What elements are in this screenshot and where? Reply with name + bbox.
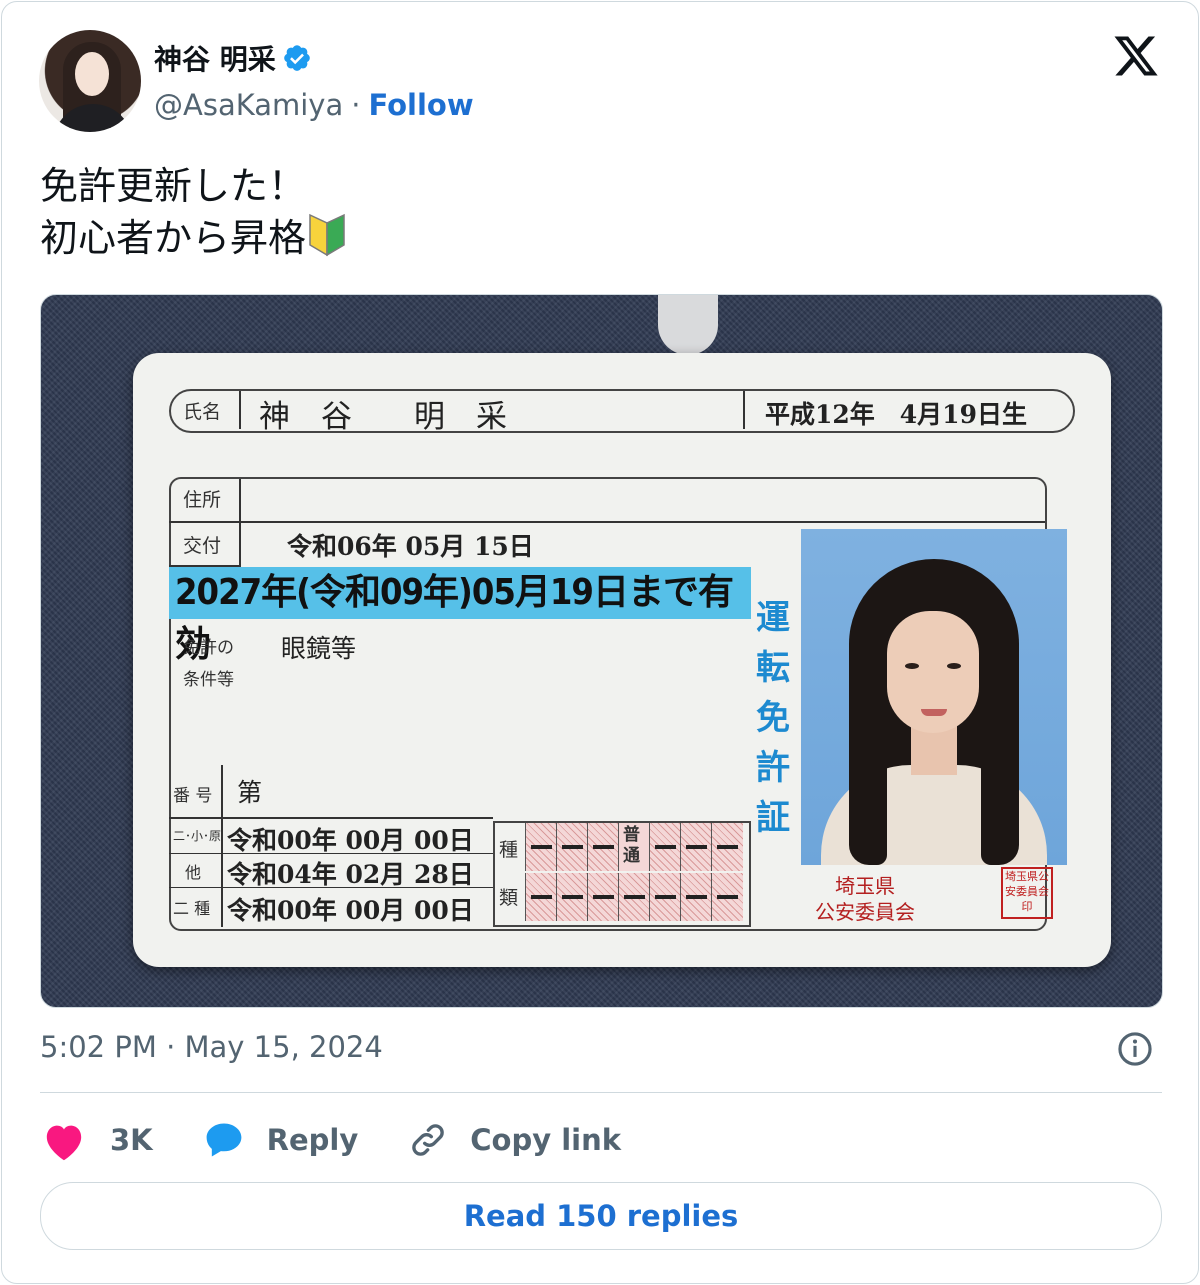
- row1-date: 令和00年 00月 00日: [227, 826, 474, 855]
- type-label-2: 類: [499, 887, 519, 909]
- row2-date: 令和04年 02月 28日: [227, 860, 474, 889]
- action-bar: 3K Reply Copy link: [40, 1116, 671, 1164]
- type-highlight: 普通: [623, 825, 640, 866]
- copy-link-button[interactable]: Copy link: [408, 1120, 621, 1160]
- license-type-grid: 種 類 普通: [493, 821, 751, 927]
- tweet-body: 免許更新した！ 初心者から昇格: [40, 164, 307, 260]
- follow-button[interactable]: Follow: [368, 88, 473, 122]
- type-label-1: 種: [499, 839, 519, 861]
- official-seal: 埼玉県公安委員会印: [1001, 867, 1053, 919]
- number-label: 番 号: [173, 786, 213, 806]
- beginner-mark-icon: [309, 213, 345, 257]
- license-title: 運転免許証: [756, 598, 790, 838]
- issue-label: 交付: [183, 535, 222, 557]
- handle[interactable]: @AsaKamiya: [154, 88, 343, 122]
- like-count: 3K: [110, 1123, 153, 1157]
- heart-icon: [46, 1125, 82, 1161]
- row1-label: 二･小･原: [173, 829, 222, 843]
- author-name-row: 神谷 明采: [154, 38, 312, 78]
- validity-band: 2027年(令和09年)05月19日まで有効: [169, 567, 751, 665]
- avatar[interactable]: [39, 30, 141, 132]
- tweet-timestamp[interactable]: 5:02 PM · May 15, 2024: [40, 1030, 383, 1064]
- address-label: 住所: [183, 489, 222, 511]
- verified-badge-icon: [283, 45, 310, 71]
- info-icon[interactable]: [1116, 1030, 1154, 1068]
- birth-date: 平成12年 4月19日生: [765, 400, 1027, 429]
- handle-row: @AsaKamiya · Follow: [154, 88, 474, 122]
- read-replies-button[interactable]: Read 150 replies: [40, 1182, 1162, 1250]
- lanyard-strap: [658, 295, 718, 355]
- row3-date: 令和00年 00月 00日: [227, 896, 474, 925]
- row2-label: 他: [185, 863, 202, 882]
- issue-date: 令和06年 05月 15日: [287, 532, 534, 561]
- license-portrait: [801, 529, 1067, 865]
- issuer-line-2: 公安委員会: [815, 900, 915, 924]
- license-name: 神 谷 明 采: [259, 399, 507, 435]
- license-photo[interactable]: 氏名 神 谷 明 采 平成12年 4月19日生 住所 交付 令和06年 05月 …: [40, 294, 1163, 1008]
- reply-bubble-icon: [206, 1123, 242, 1157]
- display-name[interactable]: 神谷 明采: [154, 38, 276, 78]
- conditions-label-2: 条件等: [183, 670, 234, 690]
- tweet-card: 神谷 明采 @AsaKamiya · Follow 免許更新した！ 初心者から昇…: [1, 1, 1199, 1284]
- x-logo-icon[interactable]: [1112, 32, 1160, 80]
- reply-label: Reply: [266, 1123, 359, 1157]
- name-label: 氏名: [183, 401, 222, 423]
- separator: ·: [351, 88, 361, 122]
- like-button[interactable]: 3K: [40, 1119, 153, 1161]
- link-icon: [412, 1124, 444, 1156]
- read-replies-label: Read 150 replies: [463, 1199, 739, 1233]
- reply-button[interactable]: Reply: [203, 1120, 359, 1160]
- row3-label: 二 種: [173, 899, 211, 918]
- number-prefix: 第: [237, 778, 263, 807]
- conditions-label-1: 免許の: [183, 638, 234, 658]
- driver-license-card: 氏名 神 谷 明 采 平成12年 4月19日生 住所 交付 令和06年 05月 …: [133, 353, 1111, 967]
- divider: [40, 1092, 1162, 1093]
- issuer-line-1: 埼玉県: [835, 874, 895, 898]
- copy-link-label: Copy link: [470, 1123, 622, 1157]
- conditions-value: 眼鏡等: [281, 634, 357, 663]
- issuer: 埼玉県 公安委員会: [815, 873, 915, 925]
- tweet-text: 免許更新した！ 初心者から昇格: [40, 162, 348, 263]
